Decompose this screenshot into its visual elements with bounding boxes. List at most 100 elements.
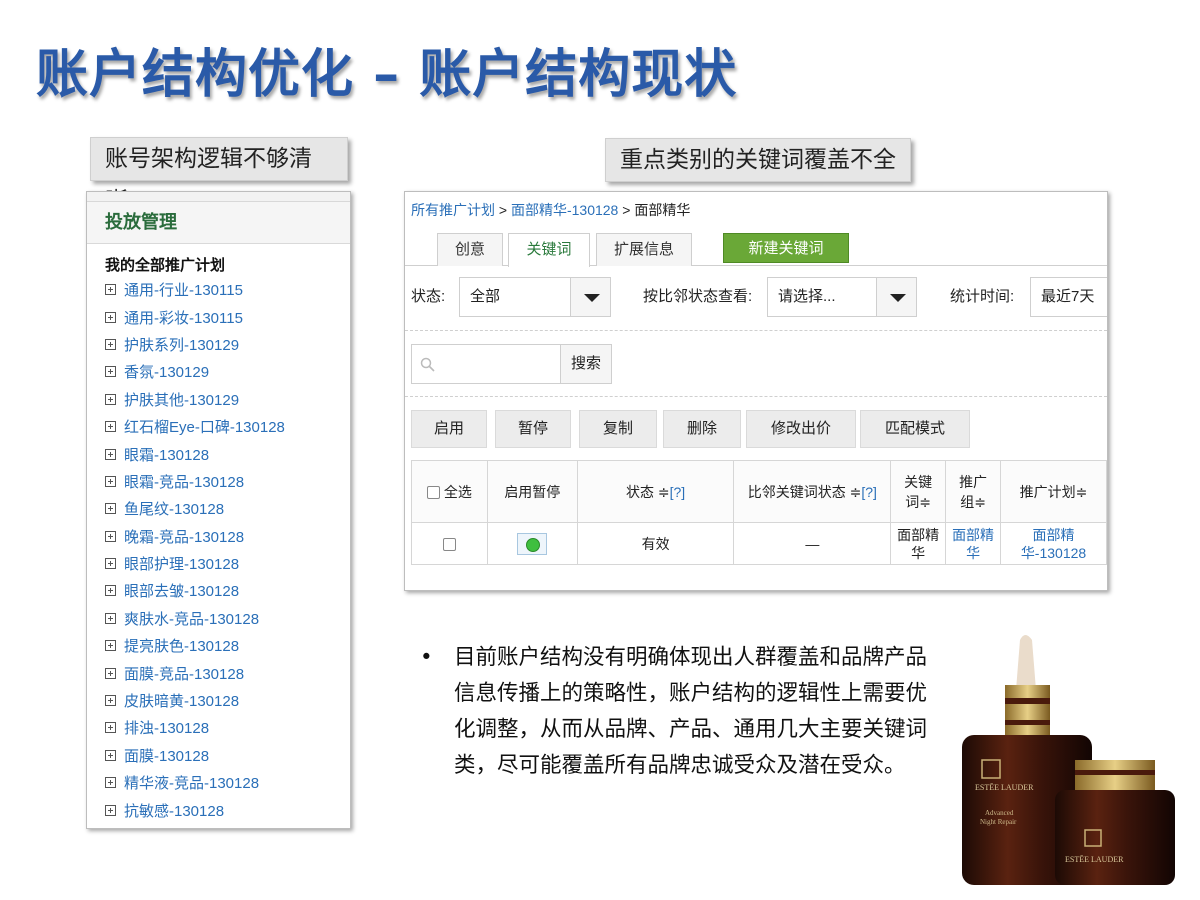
- plan-list-item[interactable]: 抗敏感-130128: [105, 796, 350, 823]
- expand-plus-icon[interactable]: [105, 311, 116, 323]
- row-keyword-line1: 面部精: [897, 526, 940, 543]
- expand-plus-icon[interactable]: [105, 695, 116, 707]
- expand-plus-icon[interactable]: [105, 640, 116, 652]
- left-section-label: 账号架构逻辑不够清晰: [90, 137, 348, 214]
- sort-icon[interactable]: ≑: [850, 484, 862, 500]
- plan-list-item[interactable]: 眼霜-130128: [105, 440, 350, 467]
- expand-plus-icon[interactable]: [105, 667, 116, 679]
- keyword-manager-panel: 所有推广计划 > 面部精华-130128 > 面部精华 创意 关键词 扩展信息 …: [404, 191, 1108, 591]
- big-bottle-line1: Advanced: [985, 809, 1014, 817]
- group-header-line1: 推广: [959, 473, 988, 490]
- group-header[interactable]: 推广 组≑: [945, 460, 1002, 523]
- expand-plus-icon[interactable]: [105, 558, 116, 570]
- table-row: 有效 — 面部精华 面部精华 面部精 华-130128: [411, 522, 1107, 565]
- plan-list-item[interactable]: 提亮肤色-130128: [105, 632, 350, 659]
- copy-button[interactable]: 复制: [579, 410, 657, 448]
- breadcrumb-plan[interactable]: 面部精华-130128: [511, 202, 618, 218]
- expand-plus-icon[interactable]: [105, 530, 116, 542]
- sort-icon[interactable]: ≑: [1076, 484, 1088, 500]
- delete-button[interactable]: 删除: [663, 410, 741, 448]
- plan-list-item[interactable]: 爽肤水-竞品-130128: [105, 605, 350, 632]
- bullet-point: • 目前账户结构没有明确体现出人群覆盖和品牌产品信息传播上的策略性，账户结构的逻…: [420, 640, 930, 784]
- small-jar: [1055, 790, 1175, 885]
- lid-band: [1075, 770, 1155, 775]
- expand-plus-icon[interactable]: [105, 448, 116, 460]
- expand-plus-icon[interactable]: [105, 393, 116, 405]
- plan-list-item[interactable]: 鱼尾纹-130128: [105, 495, 350, 522]
- select-all-checkbox[interactable]: [426, 485, 440, 499]
- row-neighbor-status: —: [733, 522, 892, 565]
- jar-lid: [1075, 760, 1155, 792]
- select-all-cell[interactable]: 全选: [411, 460, 488, 523]
- plan-list-item[interactable]: 通用-彩妆-130115: [105, 303, 350, 330]
- plan-header[interactable]: 推广计划≑: [1000, 460, 1107, 523]
- tab-keywords[interactable]: 关键词: [508, 233, 590, 267]
- neighbor-status-header[interactable]: 比邻关键词状态 ≑[?]: [733, 460, 892, 523]
- chevron-down-icon[interactable]: [876, 278, 916, 316]
- row-plan-link[interactable]: 面部精 华-130128: [1000, 522, 1107, 565]
- plan-list-item[interactable]: 护肤系列-130129: [105, 331, 350, 358]
- expand-plus-icon[interactable]: [105, 585, 116, 597]
- neighbor-header-label: 比邻关键词状态: [747, 483, 846, 500]
- plan-list-item[interactable]: 护肤其他-130129: [105, 386, 350, 413]
- expand-plus-icon[interactable]: [105, 421, 116, 433]
- tab-extensions[interactable]: 扩展信息: [596, 233, 692, 266]
- search-input[interactable]: [411, 344, 561, 384]
- plan-list-item[interactable]: 通用-行业-130115: [105, 276, 350, 303]
- plan-list-item[interactable]: 面膜-竞品-130128: [105, 659, 350, 686]
- breadcrumb-sep: >: [618, 202, 635, 218]
- chevron-down-icon[interactable]: [570, 278, 610, 316]
- expand-plus-icon[interactable]: [105, 804, 116, 816]
- expand-plus-icon[interactable]: [105, 284, 116, 296]
- plan-list-item[interactable]: 面膜-130128: [105, 742, 350, 769]
- divider: [405, 396, 1107, 397]
- new-keyword-button[interactable]: 新建关键词: [723, 233, 849, 263]
- expand-plus-icon[interactable]: [105, 777, 116, 789]
- row-checkbox[interactable]: [442, 537, 456, 551]
- expand-plus-icon[interactable]: [105, 749, 116, 761]
- enable-toggle[interactable]: [517, 532, 548, 555]
- row-group-link[interactable]: 面部精华: [945, 522, 1002, 565]
- plan-list-item[interactable]: 排浊-130128: [105, 714, 350, 741]
- match-mode-button[interactable]: 匹配模式: [860, 410, 970, 448]
- neighbor-help-link[interactable]: [?]: [861, 484, 877, 500]
- expand-plus-icon[interactable]: [105, 612, 116, 624]
- expand-plus-icon[interactable]: [105, 722, 116, 734]
- plan-list-item[interactable]: 眼部护理-130128: [105, 550, 350, 577]
- sort-icon[interactable]: ≑: [658, 484, 670, 500]
- status-help-link[interactable]: [?]: [670, 484, 686, 500]
- expand-plus-icon[interactable]: [105, 366, 116, 378]
- plan-list-item[interactable]: 红石榴Eye-口碑-130128: [105, 413, 350, 440]
- search-button[interactable]: 搜索: [560, 344, 612, 384]
- time-select-value: 最近7天: [1041, 288, 1095, 305]
- plan-list-item[interactable]: 皮肤暗黄-130128: [105, 687, 350, 714]
- plan-list-item[interactable]: 眼部去皱-130128: [105, 577, 350, 604]
- bottle-collar: [1005, 685, 1050, 740]
- row-toggle-cell: [486, 522, 578, 565]
- breadcrumb-root[interactable]: 所有推广计划: [411, 202, 495, 218]
- sort-icon[interactable]: ≑: [919, 494, 931, 510]
- plan-label: 皮肤暗黄-130128: [124, 693, 240, 711]
- plan-list-item[interactable]: 晚霜-竞品-130128: [105, 523, 350, 550]
- keyword-header[interactable]: 关键 词≑: [890, 460, 947, 523]
- all-plans-link[interactable]: 我的全部推广计划: [87, 244, 350, 276]
- neighbor-filter-label: 按比邻状态查看:: [643, 288, 753, 305]
- plan-list-item[interactable]: 眼霜-竞品-130128: [105, 468, 350, 495]
- edit-bid-button[interactable]: 修改出价: [746, 410, 856, 448]
- neighbor-status-select[interactable]: 请选择...: [767, 277, 917, 317]
- plan-label: 香氛-130129: [124, 364, 210, 382]
- enable-button[interactable]: 启用: [411, 410, 487, 448]
- plan-list-item[interactable]: 精华液-竞品-130128: [105, 769, 350, 796]
- time-range-select[interactable]: 最近7天: [1030, 277, 1107, 317]
- status-select[interactable]: 全部: [459, 277, 611, 317]
- plan-list-item[interactable]: 香氛-130129: [105, 358, 350, 385]
- expand-plus-icon[interactable]: [105, 338, 116, 350]
- plan-label: 红石榴Eye-口碑-130128: [124, 419, 285, 437]
- pause-button[interactable]: 暂停: [495, 410, 571, 448]
- tab-creative[interactable]: 创意: [437, 233, 503, 266]
- sort-icon[interactable]: ≑: [974, 494, 986, 510]
- expand-plus-icon[interactable]: [105, 475, 116, 487]
- expand-plus-icon[interactable]: [105, 503, 116, 515]
- plan-label: 眼霜-130128: [124, 446, 210, 464]
- status-header[interactable]: 状态 ≑[?]: [576, 460, 735, 523]
